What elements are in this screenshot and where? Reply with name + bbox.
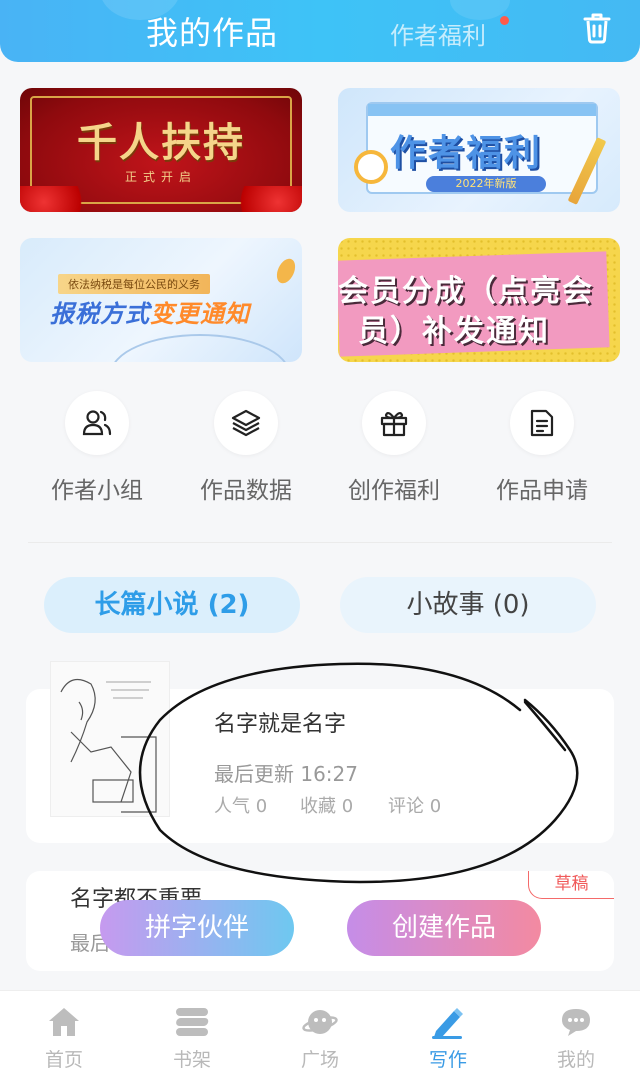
work-updated: 最后更新 16:27 [214, 762, 358, 786]
create-work-button[interactable]: 创建作品 [347, 900, 541, 956]
quick-action-label: 作品数据 [200, 478, 292, 504]
banner-title-line2: 员）补发通知 [358, 314, 550, 349]
notification-dot [500, 16, 509, 25]
quick-action-label: 创作福利 [348, 478, 440, 504]
arc-decoration [110, 334, 290, 362]
pen-icon [428, 1005, 468, 1039]
quick-action-label: 作品申请 [496, 478, 588, 504]
layers-icon [214, 391, 278, 455]
tab-short-story[interactable]: 小故事 (0) [340, 577, 596, 633]
writing-partner-button[interactable]: 拼字伙伴 [100, 900, 294, 956]
banner-title: 报税方式变更通知 [50, 300, 250, 328]
gift-icon [362, 391, 426, 455]
nav-label: 首页 [44, 1049, 83, 1071]
draft-badge: 草稿 [528, 871, 614, 899]
quick-action-work-data[interactable]: 作品数据 [181, 391, 311, 505]
banner-member-share[interactable]: 会员分成（点亮会 员）补发通知 [338, 238, 620, 362]
banner-title: 作者福利 [390, 133, 543, 174]
banner-author-welfare[interactable]: 作者福利 2022年新版 [338, 88, 620, 212]
banner-support-program[interactable]: 千人扶持 正式开启 [20, 88, 302, 212]
stat-favorites: 收藏 0 [300, 796, 354, 817]
work-title[interactable]: 名字就是名字 [214, 706, 346, 738]
document-icon [510, 391, 574, 455]
cloud-decoration [20, 186, 100, 212]
bottom-navigation: 首页 书架 广场 写作 我的 [0, 990, 640, 1086]
quick-action-author-group[interactable]: 作者小组 [32, 391, 162, 505]
bookshelf-icon [172, 1005, 212, 1039]
stat-comments: 评论 0 [388, 796, 442, 817]
clock-icon [354, 150, 388, 184]
banner-subtitle: 正式开启 [124, 170, 197, 184]
section-divider [28, 542, 612, 543]
top-header: 我的作品 作者福利 [0, 0, 640, 62]
nav-label: 广场 [300, 1049, 339, 1071]
tab-author-welfare[interactable]: 作者福利 [390, 16, 486, 51]
banner-version: 2022年新版 [426, 176, 546, 192]
nav-label: 我的 [556, 1049, 595, 1071]
nav-label: 书架 [172, 1049, 211, 1071]
tab-long-novel[interactable]: 长篇小说 (2) [44, 577, 300, 633]
banner-title: 千人扶持 [77, 119, 245, 166]
banner-tag: 依法纳税是每位公民的义务 [58, 274, 210, 294]
tab-my-works[interactable]: 我的作品 [146, 8, 278, 54]
cloud-decoration [222, 186, 302, 212]
home-icon [44, 1005, 84, 1039]
nav-bookshelf[interactable]: 书架 [128, 1005, 256, 1072]
quick-action-creative-welfare[interactable]: 创作福利 [329, 391, 459, 505]
nav-write[interactable]: 写作 [384, 1005, 512, 1072]
nav-label: 写作 [428, 1049, 467, 1071]
quick-action-label: 作者小组 [51, 478, 143, 504]
chat-icon [556, 1005, 596, 1039]
nav-plaza[interactable]: 广场 [256, 1005, 384, 1072]
trash-icon[interactable] [582, 12, 612, 44]
banner-tax-notice[interactable]: 依法纳税是每位公民的义务 报税方式变更通知 [20, 238, 302, 362]
coin-icon [273, 255, 299, 287]
work-cover-image[interactable] [50, 661, 170, 817]
banner-title-line1: 会员分成（点亮会 [338, 274, 594, 309]
nav-mine[interactable]: 我的 [512, 1005, 640, 1072]
nav-home[interactable]: 首页 [0, 1005, 128, 1072]
stat-popularity: 人气 0 [214, 796, 268, 817]
group-icon [65, 391, 129, 455]
planet-icon [300, 1005, 340, 1039]
quick-action-work-apply[interactable]: 作品申请 [477, 391, 607, 505]
